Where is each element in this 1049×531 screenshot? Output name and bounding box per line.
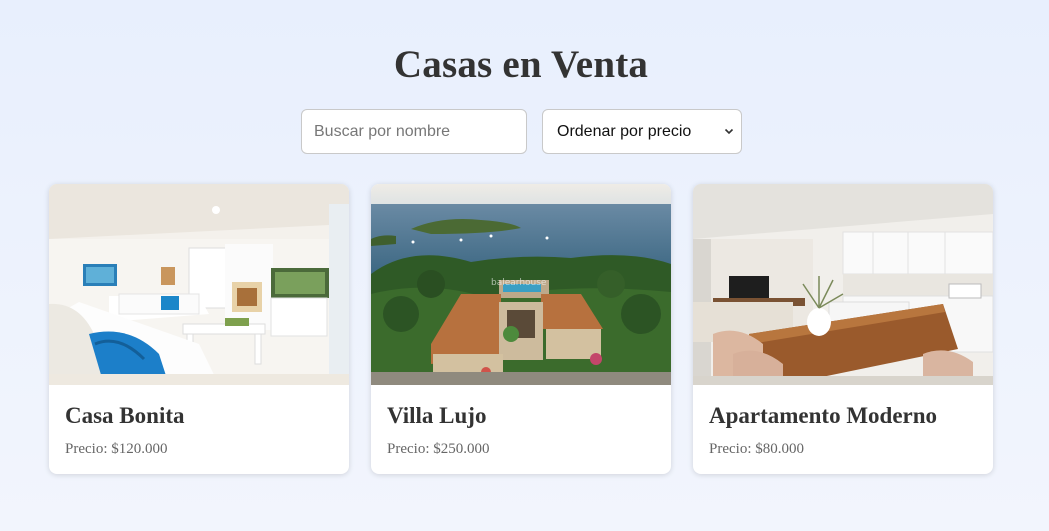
listing-photo (693, 184, 993, 385)
listing-title[interactable]: Casa Bonita (65, 403, 185, 429)
search-input[interactable] (301, 109, 527, 154)
listing-card[interactable]: balearhouse Villa Lujo Precio: $250.000 (371, 184, 671, 474)
listing-title[interactable]: Apartamento Moderno (709, 403, 937, 429)
watermark-text: balearhouse (491, 278, 547, 288)
sort-select-value: Ordenar por precio (557, 122, 692, 140)
listing-card[interactable]: Casa Bonita Precio: $120.000 (49, 184, 349, 474)
sort-select[interactable]: Ordenar por precio (542, 109, 742, 154)
listing-price: Precio: $250.000 (387, 441, 490, 457)
listing-card[interactable]: Apartamento Moderno Precio: $80.000 (693, 184, 993, 474)
listing-price: Precio: $80.000 (709, 441, 804, 457)
listing-title[interactable]: Villa Lujo (387, 403, 486, 429)
chevron-down-icon (724, 128, 734, 135)
listing-photo: balearhouse (371, 184, 671, 385)
listing-photo (49, 184, 349, 385)
listing-price: Precio: $120.000 (65, 441, 168, 457)
page-title: Casas en Venta (393, 43, 649, 86)
